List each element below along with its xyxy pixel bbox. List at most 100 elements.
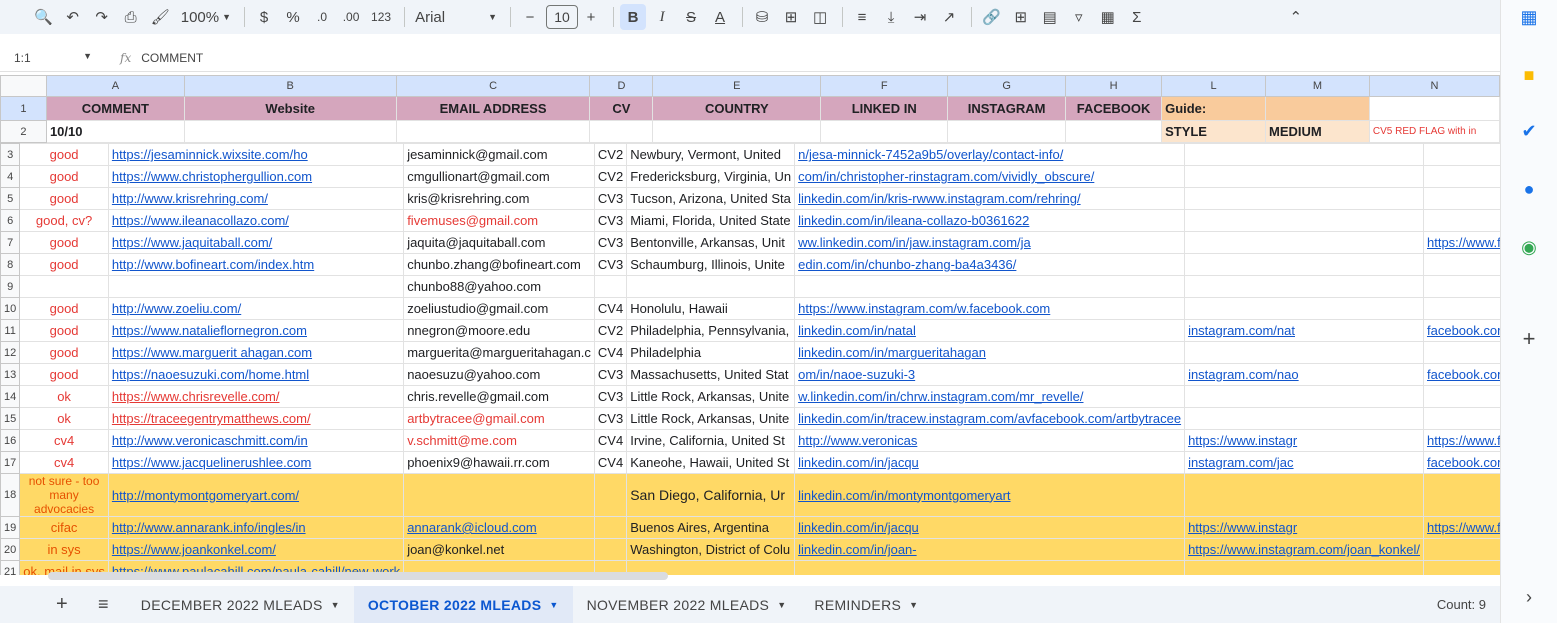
country-cell[interactable] (626, 275, 796, 298)
country-cell[interactable]: Washington, District of Colu (626, 538, 796, 561)
header-comment[interactable]: COMMENT (45, 96, 185, 121)
header-website[interactable]: Website (183, 96, 397, 121)
facebook-cell[interactable] (1423, 297, 1500, 320)
column-header-n[interactable]: N (1368, 75, 1500, 97)
column-header-m[interactable]: M (1264, 75, 1370, 97)
cv-cell[interactable]: CV4 (593, 451, 628, 474)
linkedin-cell[interactable]: n/jesa-minnick-7452a9b5/overlay/contact-… (794, 143, 1186, 166)
email-cell[interactable]: chunbo.zhang@bofineart.com (403, 253, 595, 276)
font-size-input[interactable]: 10 (546, 5, 579, 29)
cv-cell[interactable]: CV3 (593, 187, 628, 210)
linkedin-cell[interactable]: https://www.instagram.com/w.facebook.com (794, 297, 1186, 320)
website-cell[interactable]: http://www.veronicaschmitt.com/in (107, 429, 405, 452)
cell[interactable] (589, 120, 654, 143)
increase-decimal-button[interactable]: .00 (338, 4, 364, 30)
row-header[interactable]: 8 (0, 253, 21, 276)
comment-cell[interactable]: good (19, 253, 109, 276)
linkedin-cell[interactable]: edin.com/in/chunbo-zhang-ba4a3436/ (794, 253, 1186, 276)
row-header[interactable]: 3 (0, 143, 21, 166)
functions-icon[interactable]: Σ (1124, 4, 1150, 30)
facebook-cell[interactable]: facebook.com/n (1423, 363, 1500, 386)
name-box[interactable]: 1:1 ▼ (0, 51, 98, 65)
row-header[interactable]: 12 (0, 341, 21, 364)
score-cell[interactable]: 10/10 (45, 120, 185, 143)
header-linkedin[interactable]: LINKED IN (820, 96, 949, 121)
instagram-cell[interactable]: instagram.com/nat (1184, 319, 1424, 342)
more-formats-button[interactable]: 123 (367, 4, 395, 30)
email-cell[interactable]: artbytracee@gmail.com (403, 407, 595, 430)
linkedin-cell[interactable]: linkedin.com/in/joan- (794, 538, 1186, 561)
country-cell[interactable]: Philadelphia (626, 341, 796, 364)
print-icon[interactable]: ⎙ (118, 4, 144, 30)
country-cell[interactable]: Schaumburg, Illinois, Unite (626, 253, 796, 276)
cv-cell[interactable]: CV2 (593, 165, 628, 188)
country-cell[interactable]: Newbury, Vermont, United (626, 143, 796, 166)
text-wrap-icon[interactable]: ⇥ (907, 4, 933, 30)
font-size-increase-button[interactable]: + (578, 4, 604, 30)
row-header[interactable]: 4 (0, 165, 21, 188)
website-cell[interactable]: https://traceegentrymatthews.com/ (107, 407, 405, 430)
email-cell[interactable]: cmgullionart@gmail.com (403, 165, 595, 188)
linkedin-cell[interactable]: linkedin.com/in/jacqu (794, 516, 1186, 539)
italic-button[interactable]: I (649, 4, 675, 30)
cv-cell[interactable] (593, 473, 628, 517)
font-select[interactable]: Arial ▼ (411, 4, 501, 30)
row-header[interactable]: 7 (0, 231, 21, 254)
comment-cell[interactable]: ok (19, 385, 109, 408)
row-header[interactable]: 2 (0, 120, 47, 143)
facebook-cell[interactable] (1423, 538, 1500, 561)
instagram-cell[interactable] (1184, 385, 1424, 408)
instagram-cell[interactable]: https://www.instagram.com/joan_konkel/ (1184, 538, 1424, 561)
text-color-button[interactable]: A (707, 4, 733, 30)
facebook-cell[interactable] (1423, 560, 1500, 575)
collapse-toolbar-icon[interactable]: ⌃ (1283, 4, 1309, 30)
paint-format-icon[interactable]: 🖌 (147, 4, 174, 30)
website-cell[interactable]: http://www.zoeliu.com/ (107, 297, 405, 320)
instagram-cell[interactable] (1184, 560, 1424, 575)
linkedin-cell[interactable]: linkedin.com/in/ileana-collazo-b0361622 (794, 209, 1186, 232)
linkedin-cell[interactable]: linkedin.com/in/margueritahagan (794, 341, 1186, 364)
website-cell[interactable]: https://www.joankonkel.com/ (107, 538, 405, 561)
cell[interactable] (395, 120, 591, 143)
header-email[interactable]: EMAIL ADDRESS (395, 96, 591, 121)
instagram-cell[interactable] (1184, 143, 1424, 166)
country-cell[interactable]: Little Rock, Arkansas, Unite (626, 407, 796, 430)
comment-cell[interactable]: good (19, 231, 109, 254)
instagram-cell[interactable] (1184, 165, 1424, 188)
comment-cell[interactable]: good (19, 187, 109, 210)
instagram-cell[interactable] (1184, 209, 1424, 232)
header-country[interactable]: COUNTRY (652, 96, 822, 121)
instagram-cell[interactable]: instagram.com/nao (1184, 363, 1424, 386)
column-header-e[interactable]: E (652, 75, 822, 97)
column-header-d[interactable]: D (589, 75, 654, 97)
email-cell[interactable]: joan@konkel.net (403, 538, 595, 561)
cell[interactable] (947, 120, 1067, 143)
website-cell[interactable]: https://www.jaquitaball.com/ (107, 231, 405, 254)
email-cell[interactable]: v.schmitt@me.com (403, 429, 595, 452)
filter-icon[interactable]: ▿ (1066, 4, 1092, 30)
country-cell[interactable]: Fredericksburg, Virginia, Un (626, 165, 796, 188)
selection-count[interactable]: Count: 9 (1437, 597, 1486, 612)
strikethrough-button[interactable]: S (678, 4, 704, 30)
row-header[interactable]: 17 (0, 451, 21, 474)
column-header-f[interactable]: F (820, 75, 949, 97)
cv-cell[interactable]: CV3 (593, 385, 628, 408)
all-sheets-icon[interactable]: ≡ (86, 586, 127, 623)
linkedin-cell[interactable]: linkedin.com/in/kris-rwww.instagram.com/… (794, 187, 1186, 210)
column-header-l[interactable]: L (1161, 75, 1266, 97)
email-cell[interactable]: naoesuzu@yahoo.com (403, 363, 595, 386)
header-cell-n[interactable] (1368, 96, 1500, 121)
website-cell[interactable]: http://www.krisrehring.com/ (107, 187, 405, 210)
country-cell[interactable]: San Diego, California, Ur (626, 473, 796, 517)
row-header[interactable]: 16 (0, 429, 21, 452)
row-header[interactable]: 21 (0, 560, 21, 575)
header-facebook[interactable]: FACEBOOK (1065, 96, 1163, 121)
undo-icon[interactable]: ↶ (60, 4, 86, 30)
cell[interactable] (1065, 120, 1163, 143)
website-cell[interactable]: https://www.jacquelinerushlee.com (107, 451, 405, 474)
country-cell[interactable]: Miami, Florida, United State (626, 209, 796, 232)
merge-cells-icon[interactable]: ◫ (807, 4, 833, 30)
linkedin-cell[interactable]: linkedin.com/in/jacqu (794, 451, 1186, 474)
redo-icon[interactable]: ↷ (89, 4, 115, 30)
instagram-cell[interactable] (1184, 231, 1424, 254)
